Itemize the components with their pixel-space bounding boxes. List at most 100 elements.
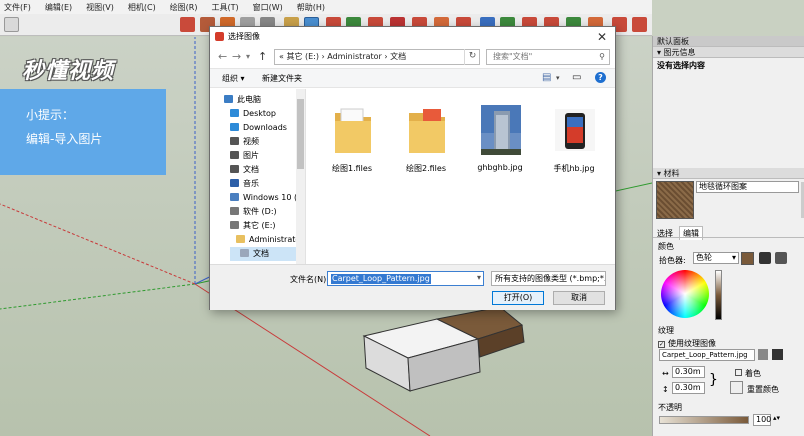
brightness-slider[interactable]	[715, 270, 722, 320]
open-button[interactable]: 打开(O)	[492, 291, 544, 305]
back-icon[interactable]: ←	[218, 50, 227, 63]
recent-chevron-icon[interactable]: ▾	[246, 52, 250, 61]
address-bar: ← → ▾ ↑ « 其它 (E:) › Administrator › 文档 ↻…	[210, 46, 615, 68]
nav-label: 视频	[243, 137, 259, 146]
material-swatch	[656, 181, 694, 219]
edit-texture-icon[interactable]	[772, 349, 783, 360]
filetype-select[interactable]: 所有支持的图像类型 (*.bmp;*.j	[491, 271, 606, 286]
move-tool-icon[interactable]	[180, 17, 195, 32]
dialog-titlebar[interactable]: 选择图像 ✕	[210, 27, 615, 46]
texture-width-field[interactable]: 0.30m	[672, 366, 705, 378]
building-image-thumbnail	[481, 105, 521, 155]
file-item[interactable]: ghbghb.jpg	[465, 103, 535, 183]
picker-select[interactable]: 色轮 ▾	[693, 252, 739, 264]
forward-icon[interactable]: →	[232, 50, 241, 63]
folder-icon	[236, 235, 245, 243]
nav-item-pictures[interactable]: 图片	[230, 149, 259, 163]
nav-label: Windows 10 (C	[243, 193, 303, 202]
default-tray: 默认面板 ▾ 图元信息 没有选择内容 ▾ 材料 地毯循环图案 选择 编辑 颜色 …	[652, 36, 804, 436]
reset-color-swatch[interactable]	[730, 381, 743, 394]
filename-input[interactable]: Carpet_Loop_Pattern.jpg ▾	[327, 271, 484, 286]
nav-item-administrator[interactable]: Administrator	[236, 233, 304, 247]
drive-e-icon	[230, 221, 239, 229]
color-label: 颜色	[658, 242, 674, 251]
colorize-checkbox[interactable]: 着色	[735, 368, 761, 379]
up-icon[interactable]: ↑	[258, 50, 267, 63]
chevron-down-icon: ▾	[731, 253, 736, 262]
nav-scroll-thumb[interactable]	[297, 99, 304, 169]
nav-item-pc[interactable]: 此电脑	[224, 93, 261, 107]
reset-color-label[interactable]: 重置颜色	[747, 384, 779, 395]
nav-item-desktop[interactable]: Desktop	[230, 107, 276, 121]
nav-item-drive-e[interactable]: 其它 (E:)	[230, 219, 276, 233]
opacity-slider[interactable]	[659, 416, 749, 424]
materials-header[interactable]: ▾ 材料	[653, 168, 804, 179]
texture-height-field[interactable]: 0.30m	[672, 382, 705, 394]
nav-item-documents-selected[interactable]: 文档	[230, 247, 296, 261]
chevron-down-icon[interactable]: ▾	[477, 273, 481, 282]
command-bar: 组织 ▾ 新建文件夹 ▤ ▾ ▭ ?	[210, 68, 615, 88]
entity-info-header[interactable]: ▾ 图元信息	[653, 47, 804, 58]
menu-item[interactable]: 视图(V)	[86, 2, 114, 13]
menu-item[interactable]: 相机(C)	[128, 2, 156, 13]
file-item[interactable]: 绘图1.files	[317, 103, 387, 183]
close-icon[interactable]: ✕	[597, 28, 607, 47]
select-image-dialog: 选择图像 ✕ ← → ▾ ↑ « 其它 (E:) › Administrator…	[209, 26, 616, 310]
color-preview	[741, 252, 754, 265]
material-name-field[interactable]: 地毯循环图案	[696, 181, 799, 193]
menu-item[interactable]: 窗口(W)	[253, 2, 283, 13]
texture-file-field[interactable]: Carpet_Loop_Pattern.jpg	[659, 349, 755, 361]
watermark-logo: 秒懂视频	[22, 59, 115, 84]
nav-item-downloads[interactable]: Downloads	[230, 121, 287, 135]
menu-item[interactable]: 工具(T)	[212, 2, 239, 13]
nav-scrollbar[interactable]	[296, 89, 305, 264]
use-texture-checkbox[interactable]: ✓ 使用纹理图像	[658, 338, 716, 349]
nav-item-drive-d[interactable]: 软件 (D:)	[230, 205, 277, 219]
address-path[interactable]: « 其它 (E:) › Administrator › 文档	[274, 49, 480, 65]
refresh-icon[interactable]: ↻	[464, 49, 480, 65]
file-name: ghbghb.jpg	[477, 163, 523, 172]
help-icon[interactable]: ?	[595, 72, 606, 83]
match-screen-color-icon[interactable]	[775, 252, 787, 264]
use-texture-label: 使用纹理图像	[668, 339, 716, 348]
file-item[interactable]: 绘图2.files	[391, 103, 461, 183]
menu-bar: 文件(F) 编辑(E) 视图(V) 相机(C) 绘图(R) 工具(T) 窗口(W) 帮助(H)	[0, 0, 652, 14]
folder-icon	[409, 109, 445, 153]
file-list: 绘图1.files 绘图2.files ghbghb.jpg 手机hb.jpg	[307, 89, 616, 264]
nav-item-drive-c[interactable]: Windows 10 (C	[230, 191, 303, 205]
height-arrow-icon: ↕	[662, 385, 669, 394]
opacity-spinner[interactable]: ▴▾	[773, 414, 781, 426]
nav-item-videos[interactable]: 视频	[230, 135, 259, 149]
search-input[interactable]: 搜索"文档" ⚲	[486, 49, 610, 65]
opacity-value[interactable]: 100	[753, 414, 771, 426]
select-tool-icon[interactable]	[4, 17, 19, 32]
nav-label: Desktop	[243, 109, 276, 118]
aspect-lock-icon[interactable]: }	[709, 372, 718, 388]
nav-label: 音乐	[243, 179, 259, 188]
view-chevron-icon[interactable]: ▾	[556, 74, 560, 82]
preview-pane-icon[interactable]: ▭	[572, 72, 581, 83]
nav-label: 其它 (E:)	[243, 221, 276, 230]
filetype-value: 所有支持的图像类型 (*.bmp;*.j	[495, 274, 606, 283]
navigation-pane: 此电脑 Desktop Downloads 视频 图片 文档 音乐 Window…	[210, 89, 306, 264]
nav-item-music[interactable]: 音乐	[230, 177, 259, 191]
menu-item[interactable]: 帮助(H)	[297, 2, 325, 13]
file-item[interactable]: 手机hb.jpg	[539, 103, 609, 183]
new-folder-button[interactable]: 新建文件夹	[262, 73, 302, 84]
nav-item-documents[interactable]: 文档	[230, 163, 259, 177]
cancel-button[interactable]: 取消	[553, 291, 605, 305]
ruby-console-icon[interactable]	[632, 17, 647, 32]
drive-c-icon	[230, 193, 239, 201]
browse-texture-icon[interactable]	[758, 349, 768, 360]
menu-item[interactable]: 文件(F)	[4, 2, 31, 13]
match-color-icon[interactable]	[759, 252, 771, 264]
entity-info-text: 没有选择内容	[657, 61, 705, 70]
organize-menu[interactable]: 组织 ▾	[222, 73, 245, 84]
menu-item[interactable]: 绘图(R)	[170, 2, 198, 13]
desktop-icon	[230, 109, 239, 117]
dialog-title: 选择图像	[228, 32, 260, 41]
view-options-icon[interactable]: ▤	[542, 72, 551, 83]
color-wheel[interactable]	[661, 270, 709, 318]
nav-label: 软件 (D:)	[243, 207, 277, 216]
menu-item[interactable]: 编辑(E)	[45, 2, 72, 13]
